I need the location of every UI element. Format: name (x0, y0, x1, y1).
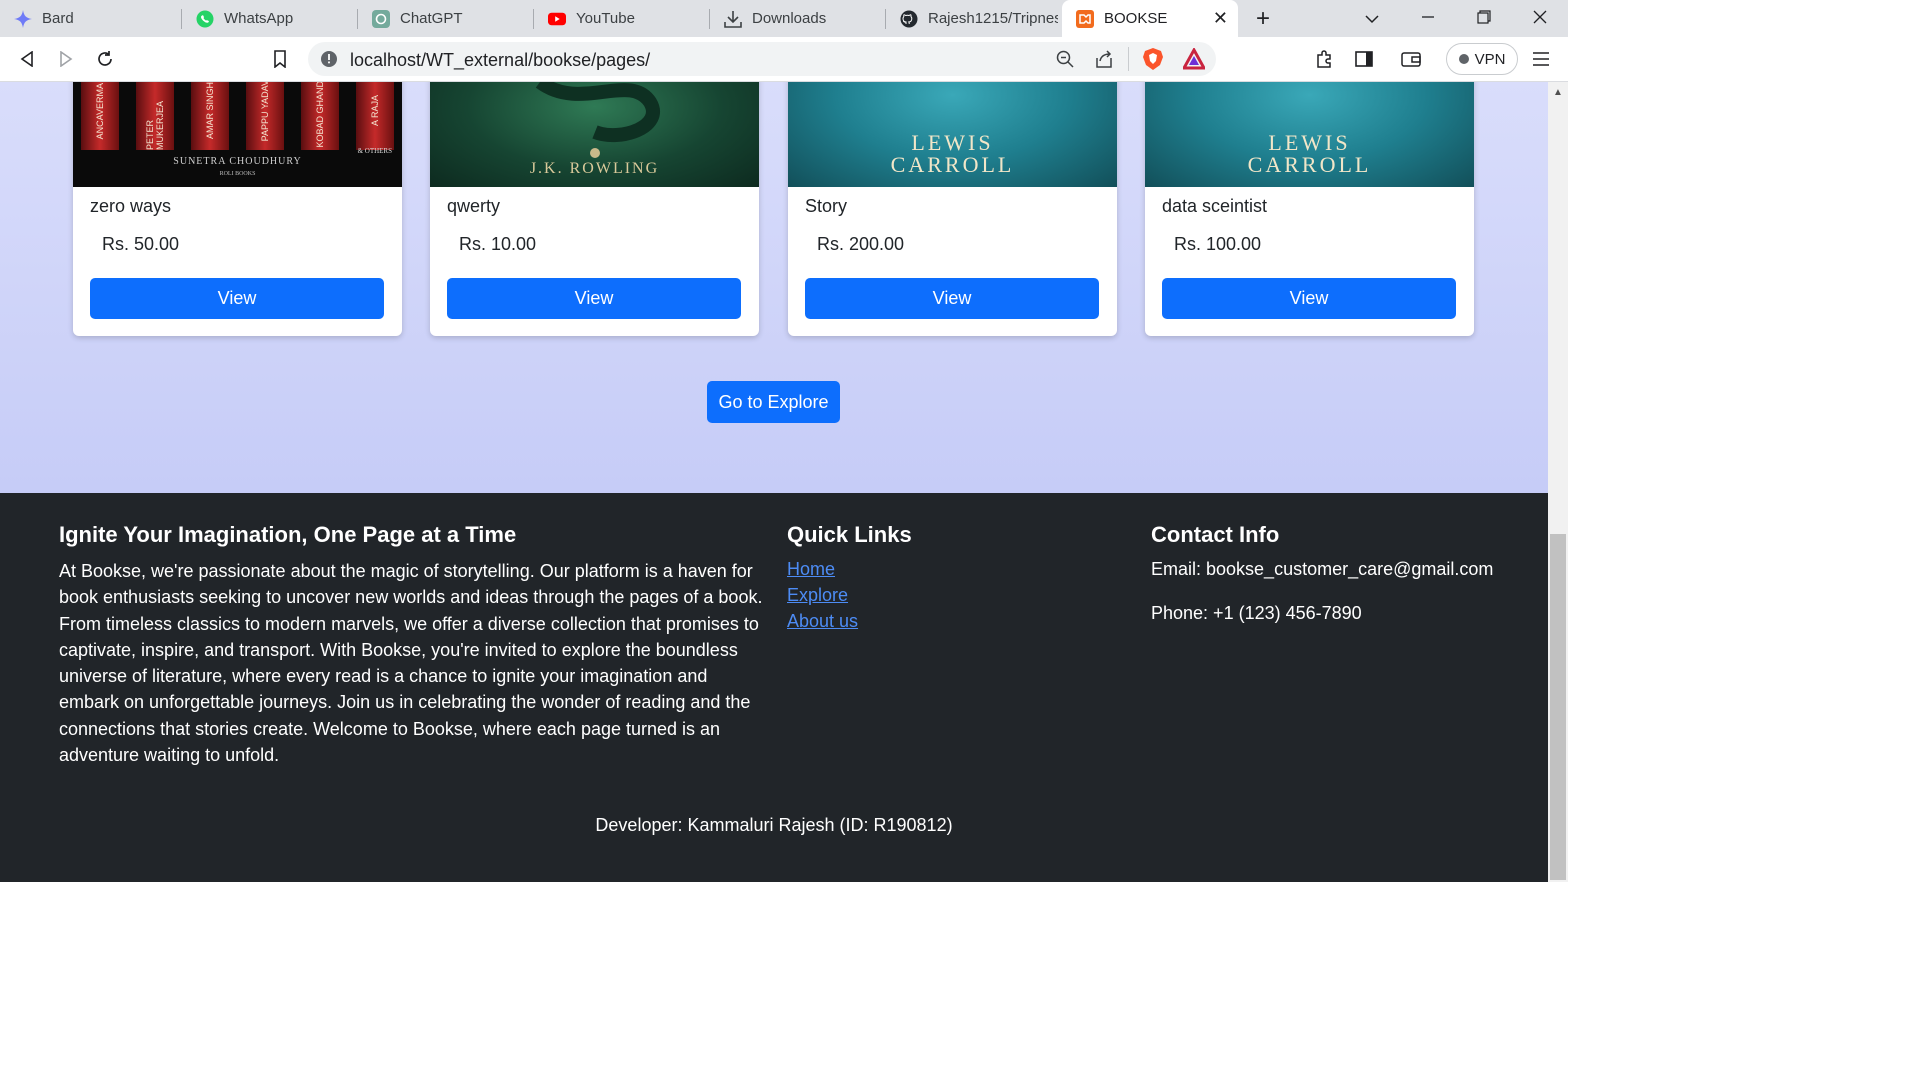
book-title: qwerty (447, 196, 501, 216)
cover-others: & OTHERS (357, 147, 392, 155)
bard-sparkle-icon (14, 9, 32, 28)
menu-icon[interactable] (1530, 48, 1552, 70)
about-text: At Bookse, we're passionate about the ma… (59, 561, 763, 766)
spine-label: PETER MUKERJEA (145, 100, 165, 150)
zoom-icon[interactable] (1056, 50, 1074, 73)
book-price: Rs. 50.00 (102, 234, 180, 254)
tab-title: Rajesh1215/Tripnest (928, 10, 1058, 27)
cover-author-last: CARROLL (1247, 152, 1372, 177)
footer: Ignite Your Imagination, One Page at a T… (0, 493, 1548, 882)
tab-whatsapp[interactable]: WhatsApp (182, 0, 358, 37)
page-viewport: ANCAVERMA PETER MUKERJEA AMAR SINGH PAPP… (0, 82, 1548, 882)
url-text: localhost/WT_external/bookse/pages/ (350, 50, 651, 70)
serpent-icon (535, 82, 660, 143)
cover-author: SUNETRA CHOUDHURY (173, 156, 302, 167)
tab-title: Bard (42, 10, 74, 27)
book-card: LEWIS CARROLL Story Rs. 200.00 View (788, 82, 1117, 336)
contact-heading: Contact Info (1151, 522, 1280, 547)
footer-link-explore[interactable]: Explore (787, 585, 848, 606)
book-title: zero ways (90, 196, 172, 216)
tab-bookse[interactable]: BOOKSE ✕ (1062, 0, 1238, 37)
back-icon[interactable] (16, 48, 38, 70)
chatgpt-icon (372, 9, 390, 28)
cover-ornament (590, 148, 600, 158)
github-icon (900, 10, 918, 28)
tab-title: BOOKSE (1104, 10, 1168, 27)
book-card: J.K. ROWLING qwerty Rs. 10.00 View (430, 82, 759, 336)
spine-label: A RAJA (370, 95, 380, 127)
footer-link-about[interactable]: About us (787, 611, 858, 632)
bookse-favicon (1076, 9, 1094, 28)
view-button[interactable]: View (447, 278, 741, 319)
cover-author: J.K. ROWLING (529, 160, 660, 177)
book-price: Rs. 10.00 (459, 234, 537, 254)
book-price: Rs. 100.00 (1174, 234, 1262, 254)
reload-icon[interactable] (94, 48, 116, 70)
tab-github[interactable]: Rajesh1215/Tripnest (886, 0, 1062, 37)
books-section: ANCAVERMA PETER MUKERJEA AMAR SINGH PAPP… (0, 82, 1548, 493)
book-card: ANCAVERMA PETER MUKERJEA AMAR SINGH PAPP… (73, 82, 402, 336)
whatsapp-icon (196, 10, 214, 28)
view-button[interactable]: View (90, 278, 384, 319)
cover-author-last: CARROLL (890, 152, 1015, 177)
book-cover: LEWIS CARROLL (788, 82, 1117, 187)
book-title: Story (805, 196, 848, 216)
book-cover: J.K. ROWLING (430, 82, 759, 187)
tab-title: ChatGPT (400, 10, 463, 27)
share-icon[interactable] (1095, 50, 1113, 73)
page-scrollbar[interactable]: ▲ (1548, 82, 1568, 882)
scroll-up-arrow-icon[interactable]: ▲ (1548, 84, 1568, 102)
quick-links-heading: Quick Links (787, 522, 912, 547)
tab-youtube[interactable]: YouTube (534, 0, 710, 37)
spine-label: AMAR SINGH (205, 82, 215, 140)
book-cover: LEWIS CARROLL (1145, 82, 1474, 187)
tab-search-icon[interactable] (1344, 8, 1400, 29)
vpn-button[interactable]: VPN (1446, 43, 1518, 75)
bookmark-icon[interactable] (269, 48, 291, 70)
brave-rewards-icon[interactable] (1181, 46, 1207, 75)
restore-icon[interactable] (1456, 8, 1512, 29)
close-tab-icon[interactable]: ✕ (1213, 8, 1228, 29)
tab-title: YouTube (576, 10, 635, 27)
tab-strip: Bard WhatsApp ChatGPT YouTube Downloads … (0, 0, 1568, 37)
contact-email: Email: bookse_customer_care@gmail.com (1151, 559, 1494, 579)
minimize-icon[interactable] (1400, 8, 1456, 29)
brave-shields-icon[interactable] (1142, 47, 1164, 76)
youtube-icon (548, 10, 566, 28)
download-icon (724, 10, 742, 28)
vpn-label: VPN (1474, 50, 1506, 68)
scrollbar-thumb[interactable] (1550, 534, 1566, 880)
close-window-icon[interactable] (1512, 8, 1568, 29)
wallet-icon[interactable] (1400, 48, 1422, 70)
book-price: Rs. 200.00 (817, 234, 905, 254)
new-tab-button[interactable]: + (1238, 5, 1288, 33)
developer-credit: Developer: Kammaluri Rajesh (ID: R190812… (595, 815, 953, 835)
footer-link-home[interactable]: Home (787, 559, 835, 580)
site-info-icon[interactable] (320, 50, 338, 73)
tab-chatgpt[interactable]: ChatGPT (358, 0, 534, 37)
cover-publisher: ROLI BOOKS (219, 171, 256, 177)
book-cover: ANCAVERMA PETER MUKERJEA AMAR SINGH PAPP… (73, 82, 402, 187)
view-button[interactable]: View (1162, 278, 1456, 319)
about-heading: Ignite Your Imagination, One Page at a T… (59, 522, 517, 547)
go-to-explore-button[interactable]: Go to Explore (707, 381, 840, 423)
view-button[interactable]: View (805, 278, 1099, 319)
spine-label: PAPPU YADAV (260, 82, 270, 142)
spine-label: ANCAVERMA (95, 82, 105, 140)
tab-title: WhatsApp (224, 10, 294, 27)
browser-toolbar: localhost/WT_external/bookse/pages/ VPN (0, 37, 1568, 82)
extensions-icon[interactable] (1314, 48, 1336, 70)
vpn-status-icon (1458, 54, 1469, 64)
tab-downloads[interactable]: Downloads (710, 0, 886, 37)
tab-title: Downloads (752, 10, 827, 27)
tab-bard[interactable]: Bard (0, 0, 182, 37)
book-title: data sceintist (1162, 196, 1268, 216)
forward-icon[interactable] (55, 48, 77, 70)
contact-phone: Phone: +1 (123) 456-7890 (1151, 603, 1362, 623)
sidebar-icon[interactable] (1353, 48, 1375, 70)
book-card: LEWIS CARROLL data sceintist Rs. 100.00 … (1145, 82, 1474, 336)
spine-label: KOBAD GHANDY (315, 82, 325, 148)
address-bar[interactable]: localhost/WT_external/bookse/pages/ (308, 42, 1216, 76)
